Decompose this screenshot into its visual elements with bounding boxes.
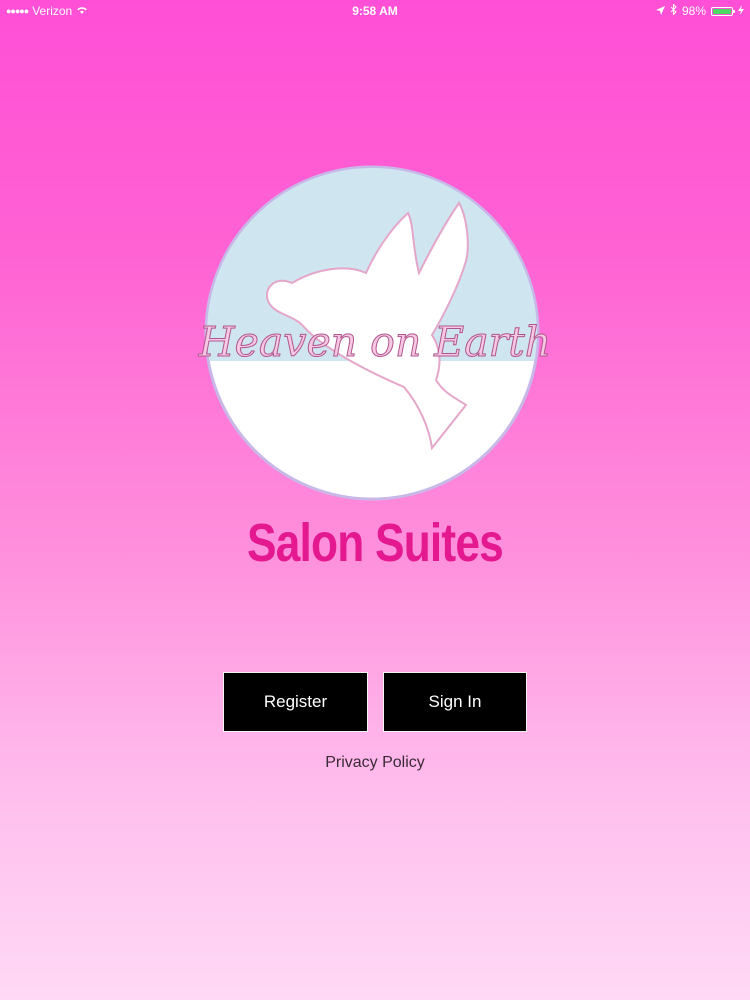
logo-script-text: Heaven on Earth bbox=[198, 318, 552, 367]
battery-icon bbox=[711, 6, 735, 16]
register-button-label: Register bbox=[263, 692, 328, 711]
bluetooth-icon bbox=[670, 3, 677, 18]
charging-icon bbox=[738, 4, 744, 18]
status-right: 98% bbox=[655, 3, 744, 18]
brand-title: Salon Suites bbox=[247, 513, 504, 573]
sign-in-button[interactable]: Sign In bbox=[383, 672, 527, 732]
register-button[interactable]: Register bbox=[223, 672, 368, 732]
status-bar: ●●●●● Verizon 9:58 AM 98% bbox=[0, 0, 750, 22]
battery-fill bbox=[713, 8, 731, 14]
status-time: 9:58 AM bbox=[352, 4, 398, 18]
privacy-policy-link[interactable]: Privacy Policy bbox=[0, 754, 750, 772]
sign-in-button-label: Sign In bbox=[428, 692, 482, 711]
location-icon bbox=[655, 4, 665, 18]
battery-percent: 98% bbox=[681, 4, 706, 18]
